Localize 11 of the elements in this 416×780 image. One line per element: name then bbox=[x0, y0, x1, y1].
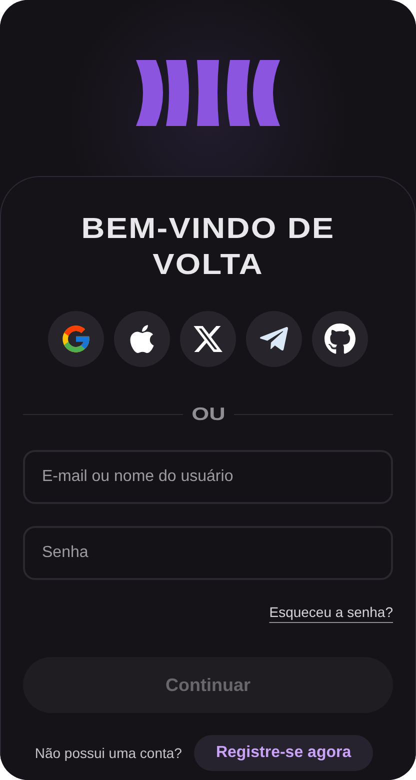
logo-icon bbox=[136, 60, 280, 126]
x-icon bbox=[192, 323, 224, 355]
google-icon bbox=[60, 323, 92, 355]
signup-button[interactable]: Registre-se agora bbox=[194, 735, 374, 771]
divider-text: OU bbox=[191, 403, 225, 426]
input-field[interactable]: E-mail ou nome do usuário bbox=[23, 450, 393, 504]
forgot-password-link[interactable]: Esqueceu a senha? bbox=[269, 602, 393, 623]
signup-prompt: Não possui uma conta? bbox=[34, 744, 182, 763]
welcome-title: BEM-VINDO DE VOLTA bbox=[80, 212, 336, 283]
github-icon bbox=[324, 323, 356, 355]
input-field[interactable]: Senha bbox=[23, 526, 393, 580]
